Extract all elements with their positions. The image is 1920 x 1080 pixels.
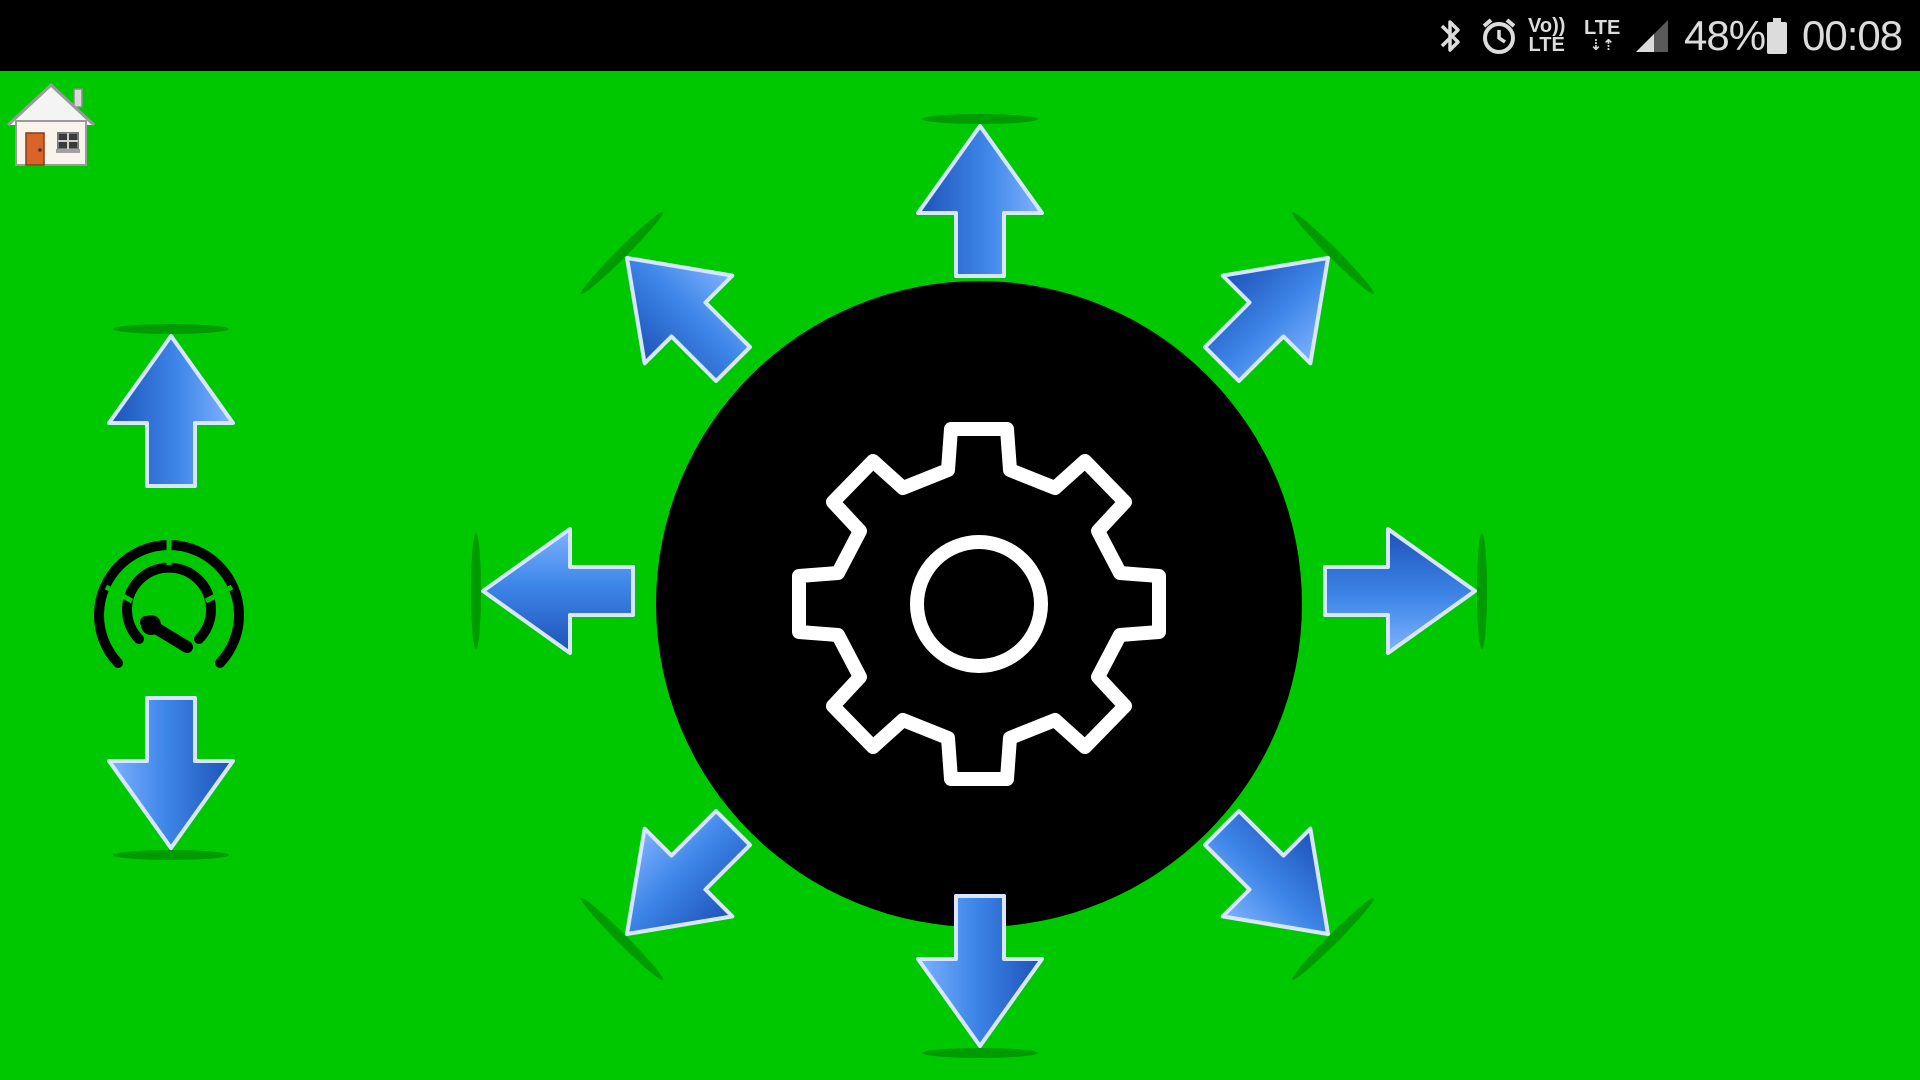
- move-down-right-button[interactable]: [1190, 791, 1375, 981]
- move-up-left-button[interactable]: [580, 211, 765, 401]
- move-down-button[interactable]: [895, 881, 1065, 1061]
- status-bar: Vo)) LTE LTE ⇣⇡ 48% 00:08: [0, 0, 1920, 71]
- speed-up-button[interactable]: [86, 321, 256, 501]
- move-right-button[interactable]: [1310, 506, 1490, 676]
- arrow-down-right-icon: [1190, 791, 1375, 981]
- speedometer-icon: [94, 538, 244, 668]
- move-left-button[interactable]: [468, 506, 648, 676]
- volte-icon: Vo)) LTE: [1528, 0, 1570, 71]
- volte-bottom-label: LTE: [1528, 33, 1565, 56]
- arrow-up-left-icon: [580, 211, 765, 401]
- move-up-button[interactable]: [895, 111, 1065, 291]
- arrow-up-right-icon: [1190, 211, 1375, 401]
- speed-up-arrow-icon: [107, 324, 235, 488]
- network-label: LTE: [1584, 16, 1621, 39]
- signal-strength-icon: [1634, 0, 1674, 71]
- volte-top-label: Vo)): [1528, 14, 1566, 37]
- battery-percent: 48%: [1684, 11, 1766, 59]
- move-down-left-button[interactable]: [580, 791, 765, 981]
- speed-down-arrow-icon: [107, 696, 235, 860]
- controller-screen: [0, 71, 1920, 1080]
- arrow-down-left-icon: [580, 791, 765, 981]
- arrow-left-icon: [471, 527, 635, 655]
- clock-time: 00:08: [1802, 11, 1903, 59]
- speedometer-indicator: [84, 523, 254, 673]
- move-up-right-button[interactable]: [1190, 211, 1375, 401]
- arrow-down-icon: [916, 894, 1044, 1058]
- home-icon: [6, 83, 96, 166]
- arrow-up-icon: [916, 114, 1044, 278]
- bluetooth-icon: [1436, 0, 1472, 71]
- home-button[interactable]: [6, 79, 96, 169]
- arrow-right-icon: [1323, 527, 1487, 655]
- alarm-icon: [1479, 0, 1523, 71]
- battery-icon: [1766, 0, 1792, 71]
- speed-down-button[interactable]: [86, 683, 256, 863]
- lte-data-icon: LTE ⇣⇡: [1584, 16, 1621, 54]
